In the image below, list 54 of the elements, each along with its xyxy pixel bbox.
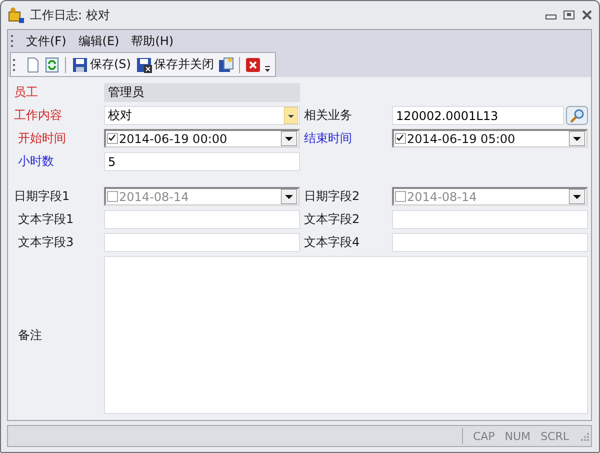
field-label: 结束时间 xyxy=(303,130,353,147)
app-icon xyxy=(7,6,25,24)
save-button[interactable]: 保存(S) xyxy=(71,56,132,73)
field-label: 备注 xyxy=(17,326,43,344)
save-copy-icon[interactable] xyxy=(218,56,234,72)
checkbox[interactable] xyxy=(395,191,406,202)
save-close-button[interactable]: 保存并关闭 xyxy=(134,56,215,73)
input-field[interactable] xyxy=(104,210,300,229)
notes-field[interactable] xyxy=(104,256,588,414)
input-field[interactable] xyxy=(392,233,588,252)
maximize-icon[interactable] xyxy=(563,10,575,20)
date-picker[interactable]: 2014-06-19 00:00 xyxy=(104,129,300,148)
dropdown-icon[interactable] xyxy=(569,131,585,146)
checkbox[interactable] xyxy=(395,133,406,144)
status-indicator: SCRL xyxy=(540,430,569,442)
dropdown-icon[interactable] xyxy=(281,189,297,204)
readonly-field: 管理员 xyxy=(104,83,300,102)
input-field[interactable]: 5 xyxy=(104,152,300,171)
field-label: 文本字段1 xyxy=(17,211,75,228)
overflow-icon[interactable] xyxy=(264,64,271,72)
input-field[interactable] xyxy=(104,233,300,252)
grip-icon xyxy=(13,58,16,72)
dropdown-icon[interactable] xyxy=(284,107,298,124)
field-label: 文本字段3 xyxy=(17,234,75,251)
status-indicator: NUM xyxy=(504,430,531,442)
field-label: 文本字段4 xyxy=(303,234,361,251)
grip-icon xyxy=(11,34,14,48)
menu-item[interactable]: 编辑(E) xyxy=(72,32,126,50)
menu-item[interactable]: 帮助(H) xyxy=(125,32,180,50)
field-label: 日期字段1 xyxy=(14,188,71,205)
checkbox[interactable] xyxy=(107,133,118,144)
refresh-icon[interactable] xyxy=(44,56,60,72)
dropdown-icon[interactable] xyxy=(569,189,585,204)
field-label: 相关业务 xyxy=(303,107,353,124)
search-icon[interactable] xyxy=(566,106,588,125)
field-label: 工作内容 xyxy=(14,107,63,124)
close-icon[interactable] xyxy=(581,10,593,20)
field-label: 员工 xyxy=(14,84,39,101)
status-indicator: CAP xyxy=(472,430,495,442)
input-field[interactable]: 120002.0001L13 xyxy=(392,106,564,125)
field-label: 日期字段2 xyxy=(303,188,361,205)
menu-item[interactable]: 文件(F) xyxy=(20,32,72,50)
delete-icon[interactable] xyxy=(244,56,261,72)
dropdown-icon[interactable] xyxy=(281,131,297,146)
date-picker[interactable]: 2014-06-19 05:00 xyxy=(392,129,588,148)
resize-grip-icon[interactable] xyxy=(579,431,589,441)
window-title: 工作日志: 校对 xyxy=(30,6,111,24)
field-label: 文本字段2 xyxy=(303,211,361,228)
field-label: 开始时间 xyxy=(17,130,67,147)
document-icon[interactable] xyxy=(25,56,41,72)
checkbox[interactable] xyxy=(107,191,118,202)
combo-box[interactable]: 校对 xyxy=(104,106,300,125)
input-field[interactable] xyxy=(392,210,588,229)
field-label: 小时数 xyxy=(17,153,55,170)
